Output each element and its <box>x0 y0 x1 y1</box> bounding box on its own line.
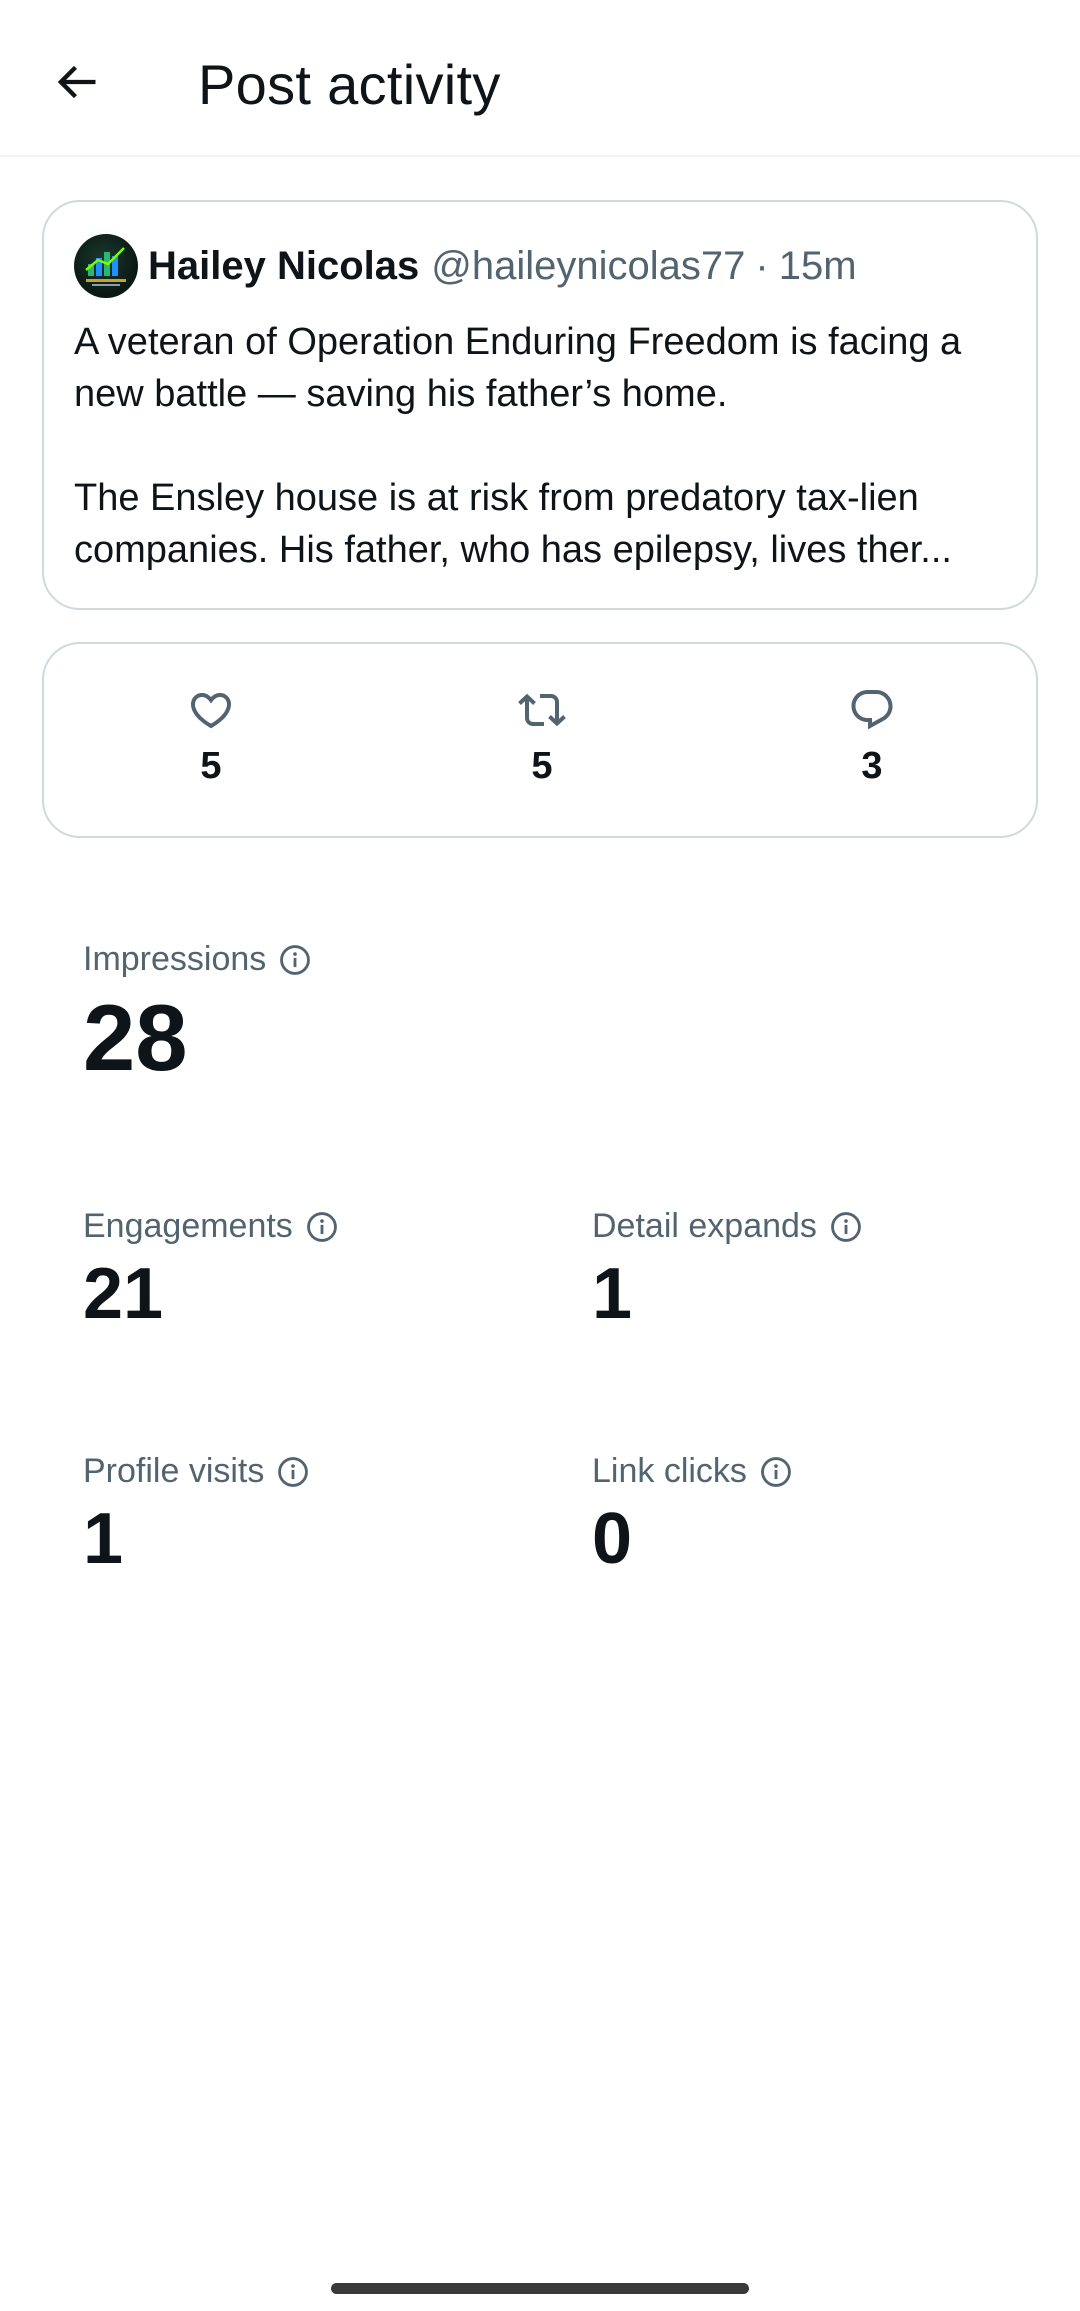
reposts-stat[interactable]: 5 <box>482 686 602 790</box>
separator-dot: · <box>755 243 769 288</box>
author-handle[interactable]: @haileynicolas77 <box>431 244 745 289</box>
profile-visits-value: 1 <box>83 1499 124 1579</box>
info-icon[interactable] <box>276 1455 310 1489</box>
heart-icon <box>190 693 232 729</box>
impressions-value: 28 <box>83 985 188 1090</box>
likes-count: 5 <box>200 745 222 787</box>
link-clicks-value: 0 <box>592 1499 633 1579</box>
post-header: Hailey Nicolas @haileynicolas77 · 15m <box>148 238 857 294</box>
avatar-logo-icon <box>85 247 126 286</box>
engagements-label: Engagements <box>83 1207 293 1245</box>
replies-stat[interactable]: 3 <box>812 686 932 790</box>
top-app-bar: Post activity <box>0 0 1080 157</box>
profile-visits-label: Profile visits <box>83 1452 265 1490</box>
profile-visits-metric: Profile visits 1 <box>83 1452 310 1583</box>
repost-icon <box>518 693 566 727</box>
link-clicks-label: Link clicks <box>592 1452 747 1490</box>
detail-expands-metric: Detail expands 1 <box>592 1207 863 1338</box>
likes-stat[interactable]: 5 <box>151 686 271 790</box>
arrow-left-icon <box>57 65 96 99</box>
reply-bubble-icon <box>851 690 893 730</box>
post-preview-card[interactable]: Hailey Nicolas @haileynicolas77 · 15m A … <box>42 200 1038 610</box>
post-paragraph: A veteran of Operation Enduring Freedom … <box>74 321 962 415</box>
replies-count: 3 <box>861 745 883 787</box>
impressions-label: Impressions <box>83 940 267 978</box>
reposts-count: 5 <box>531 745 553 787</box>
info-icon[interactable] <box>759 1455 793 1489</box>
info-icon[interactable] <box>305 1210 339 1244</box>
avatar[interactable] <box>74 234 138 298</box>
detail-expands-value: 1 <box>592 1254 633 1334</box>
impressions-metric: Impressions 28 <box>83 940 312 1093</box>
page-title: Post activity <box>198 53 501 116</box>
info-icon[interactable] <box>278 943 312 977</box>
post-time: 15m <box>778 243 857 288</box>
post-paragraph: The Ensley house is at risk from predato… <box>74 477 952 571</box>
info-icon[interactable] <box>829 1210 863 1244</box>
post-text: A veteran of Operation Enduring Freedom … <box>74 316 1014 576</box>
link-clicks-metric: Link clicks 0 <box>592 1452 793 1583</box>
engagements-metric: Engagements 21 <box>83 1207 339 1338</box>
back-button[interactable] <box>36 42 116 122</box>
engagements-value: 21 <box>83 1254 164 1334</box>
detail-expands-label: Detail expands <box>592 1207 817 1245</box>
home-indicator[interactable] <box>331 2283 749 2294</box>
engagement-summary-card: 5 5 3 <box>42 642 1038 838</box>
author-name[interactable]: Hailey Nicolas <box>148 244 419 289</box>
